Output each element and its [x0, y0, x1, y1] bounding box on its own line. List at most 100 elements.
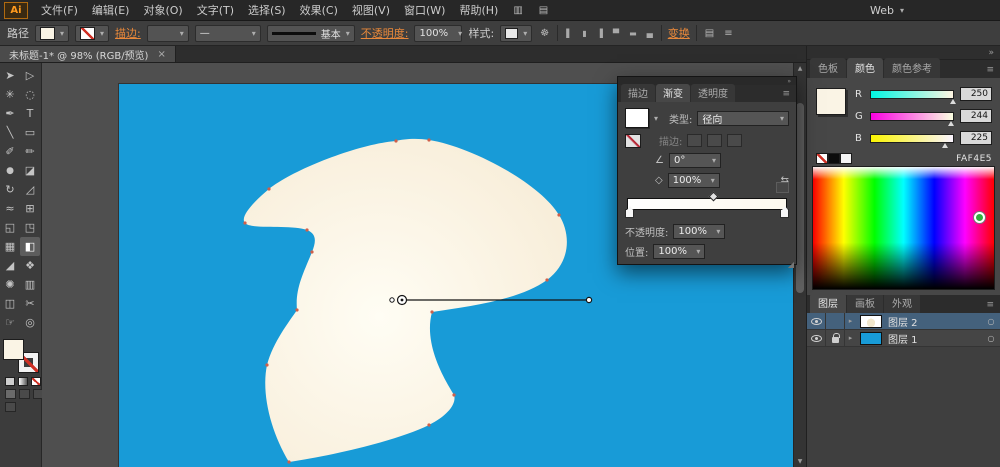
gradient-ramp[interactable] — [627, 198, 787, 210]
visibility-toggle[interactable] — [807, 330, 826, 346]
tool-zoom[interactable]: ◎ — [20, 313, 40, 332]
fill-stroke-control[interactable] — [4, 340, 38, 372]
tool-shape-builder[interactable]: ◱ — [0, 218, 20, 237]
red-slider-marker[interactable] — [949, 98, 956, 104]
expand-arrow-icon[interactable]: ▸ — [845, 317, 856, 325]
stroke-gradient-along-icon[interactable] — [707, 134, 723, 147]
panel-menu-icon[interactable]: ≡ — [983, 65, 997, 78]
menu-item-type[interactable]: 文字(T) — [190, 0, 241, 21]
tool-direct-selection[interactable]: ▷ — [20, 66, 40, 85]
screen-mode-button[interactable] — [5, 402, 16, 412]
app-logo[interactable]: Ai — [4, 1, 28, 19]
green-value-field[interactable]: 244 — [960, 109, 992, 123]
stroke-weight-label[interactable]: 描边: — [115, 25, 141, 41]
gradient-stop-right[interactable] — [780, 206, 789, 218]
gradient-type-select[interactable]: 径向 ▾ — [697, 110, 789, 126]
gradient-fill-swatch[interactable] — [625, 108, 649, 128]
document-tab[interactable]: 未标题-1* @ 98% (RGB/预览) × — [0, 46, 176, 62]
tool-width[interactable]: ≈ — [0, 199, 20, 218]
tool-rectangle[interactable]: ▭ — [20, 123, 40, 142]
delete-stop-button[interactable] — [776, 182, 789, 193]
stroke-gradient-across-icon[interactable] — [727, 134, 743, 147]
menu-item-window[interactable]: 窗口(W) — [397, 0, 452, 21]
fill-color-picker[interactable]: ▾ — [35, 24, 70, 42]
stroke-color-picker[interactable]: ▾ — [75, 24, 110, 42]
workspace-switcher[interactable]: Web ▾ — [870, 4, 904, 17]
target-circle-icon[interactable]: ○ — [982, 317, 1000, 326]
layer-thumbnail[interactable] — [860, 314, 882, 328]
tab-appearance[interactable]: 外观 — [884, 293, 920, 313]
collapse-panels-icon[interactable]: » — [787, 78, 791, 85]
opacity-label[interactable]: 不透明度: — [361, 25, 409, 41]
align-middle-icon[interactable]: ▬ — [627, 29, 639, 38]
bridge-icon[interactable]: ▥ — [513, 5, 522, 16]
gradient-button[interactable] — [18, 377, 28, 386]
menu-item-help[interactable]: 帮助(H) — [452, 0, 505, 21]
menu-item-select[interactable]: 选择(S) — [241, 0, 293, 21]
tool-artboard[interactable]: ◫ — [0, 294, 20, 313]
align-top-icon[interactable]: ▀ — [611, 29, 621, 38]
tool-symbol-sprayer[interactable]: ✺ — [0, 275, 20, 294]
panel-options-icon[interactable]: ≡ — [722, 28, 734, 39]
tool-perspective-grid[interactable]: ◳ — [20, 218, 40, 237]
resize-grip-icon[interactable]: ◢ — [788, 260, 794, 269]
opacity-select[interactable]: 100% ▾ — [414, 24, 463, 42]
menu-item-object[interactable]: 对象(O) — [136, 0, 189, 21]
tool-gradient[interactable]: ◧ — [20, 237, 40, 256]
visibility-toggle[interactable] — [807, 313, 826, 329]
blue-slider-marker[interactable] — [942, 142, 949, 148]
stop-location-select[interactable]: 100% ▾ — [653, 244, 706, 259]
align-left-icon[interactable]: ▌ — [564, 29, 574, 38]
blue-value-field[interactable]: 225 — [960, 131, 992, 145]
white-swatch[interactable] — [840, 153, 852, 164]
tab-gradient[interactable]: 渐变 — [656, 84, 690, 102]
tab-layers[interactable]: 图层 — [810, 293, 846, 313]
tool-free-transform[interactable]: ⊞ — [20, 199, 40, 218]
none-button[interactable] — [31, 377, 41, 386]
lock-toggle[interactable] — [826, 330, 845, 346]
menu-item-effect[interactable]: 效果(C) — [293, 0, 345, 21]
gamut-warning-badge[interactable] — [973, 211, 986, 224]
tab-color[interactable]: 颜色 — [847, 58, 883, 78]
tab-transparency[interactable]: 透明度 — [691, 84, 735, 102]
lock-toggle[interactable] — [826, 313, 845, 329]
align-bottom-icon[interactable]: ▄ — [645, 29, 655, 38]
tool-slice[interactable]: ✂ — [20, 294, 40, 313]
tool-scale[interactable]: ◿ — [20, 180, 40, 199]
tool-hand[interactable]: ☞ — [0, 313, 20, 332]
isolate-icon[interactable]: ▤ — [703, 28, 716, 39]
align-right-icon[interactable]: ▐ — [595, 29, 605, 38]
tab-color-guide[interactable]: 颜色参考 — [884, 58, 940, 78]
tab-swatches[interactable]: 色板 — [810, 58, 846, 78]
expand-arrow-icon[interactable]: ▸ — [845, 334, 856, 342]
stroke-weight-select[interactable]: ▾ — [146, 24, 189, 42]
tool-selection[interactable]: ➤ — [0, 66, 20, 85]
tool-magic-wand[interactable]: ✳ — [0, 85, 20, 104]
panel-menu-icon[interactable]: ≡ — [983, 300, 997, 313]
tool-rotate[interactable]: ↻ — [0, 180, 20, 199]
tool-line-segment[interactable]: ╲ — [0, 123, 20, 142]
brush-definition-select[interactable]: 基本 ▾ — [266, 24, 355, 42]
style-select[interactable]: ▾ — [500, 24, 533, 42]
layer-row-1[interactable]: ▸ 图层 1 ○ — [807, 330, 1000, 347]
angle-select[interactable]: 0° ▾ — [668, 153, 721, 168]
menu-item-edit[interactable]: 编辑(E) — [85, 0, 137, 21]
gradient-stop-left[interactable] — [625, 206, 634, 218]
recolor-artwork-icon[interactable]: ☸ — [538, 28, 551, 39]
aspect-ratio-select[interactable]: 100% ▾ — [667, 173, 720, 188]
scroll-down-icon[interactable]: ▼ — [794, 456, 806, 467]
scrollbar-thumb[interactable] — [796, 103, 804, 293]
red-value-field[interactable]: 250 — [960, 87, 992, 101]
draw-normal-button[interactable] — [5, 389, 16, 399]
width-profile-select[interactable]: — ▾ — [194, 24, 261, 42]
tool-blob-brush[interactable]: ● — [0, 161, 20, 180]
tool-eyedropper[interactable]: ◢ — [0, 256, 20, 275]
green-slider-marker[interactable] — [948, 120, 955, 126]
collapse-panels-icon[interactable]: » — [988, 48, 994, 58]
color-spectrum[interactable] — [812, 166, 995, 290]
tool-paintbrush[interactable]: ✐ — [0, 142, 20, 161]
menu-item-file[interactable]: 文件(F) — [34, 0, 85, 21]
current-color-swatch[interactable] — [816, 88, 846, 115]
arrange-documents-icon[interactable]: ▤ — [539, 5, 548, 16]
layer-thumbnail[interactable] — [860, 331, 882, 345]
